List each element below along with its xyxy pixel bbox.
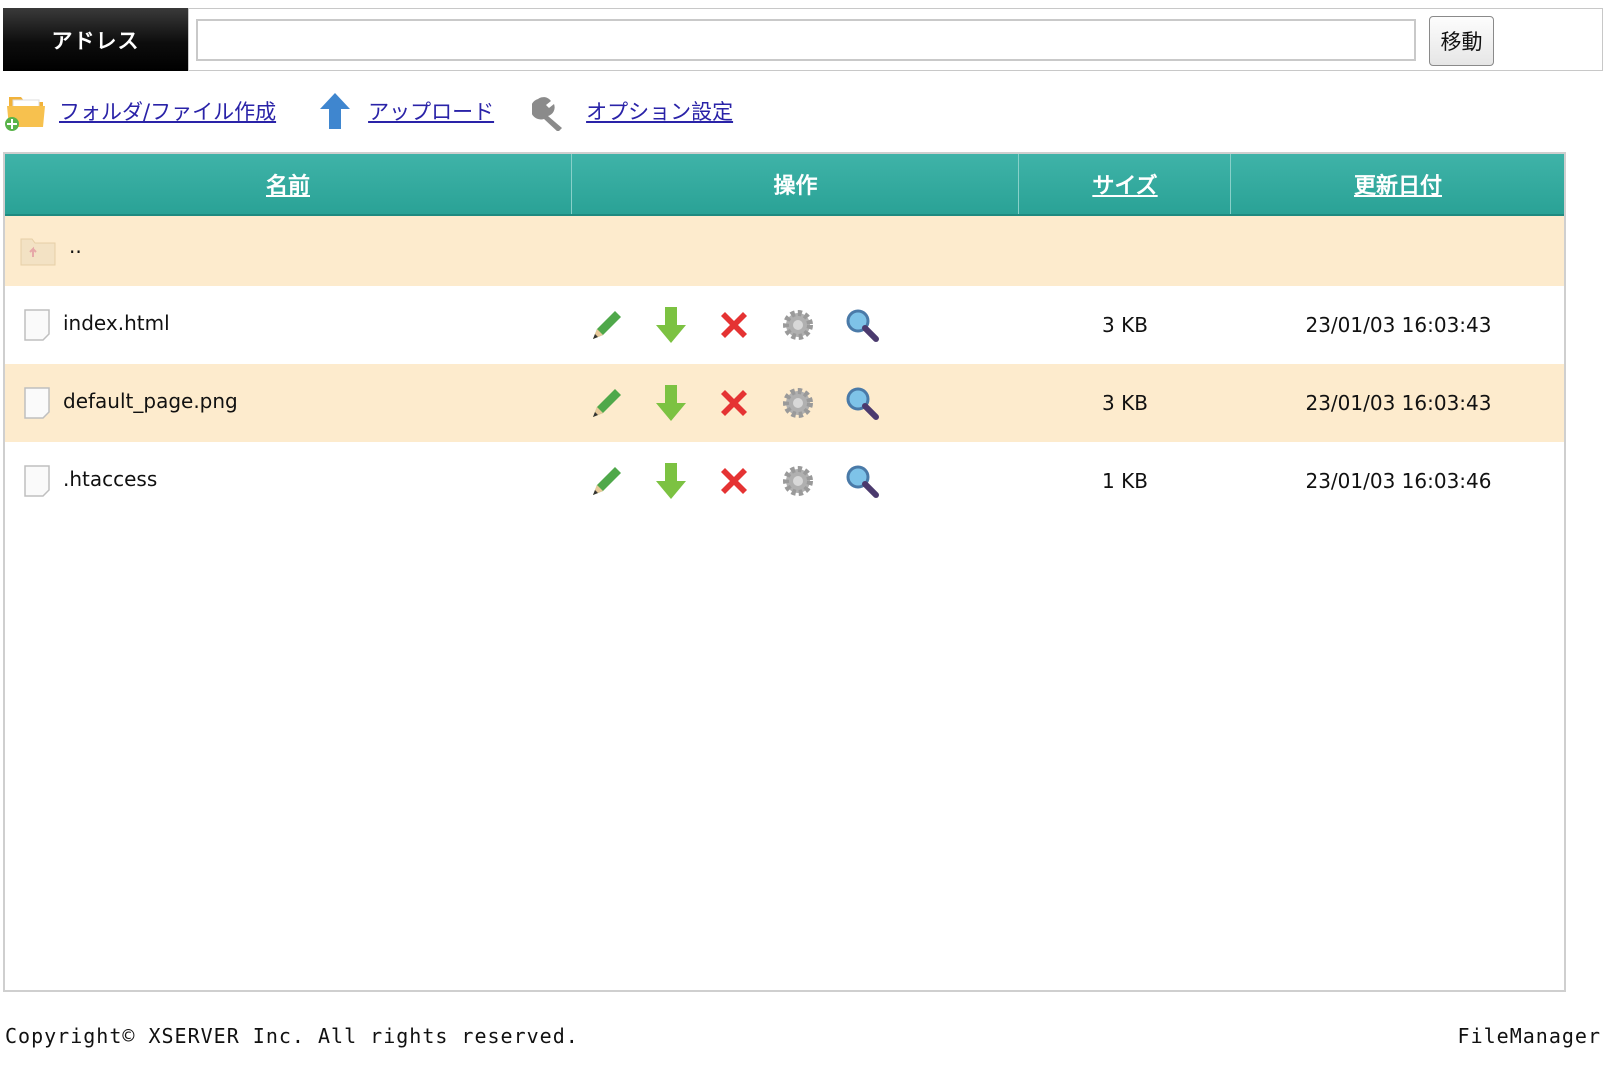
row-actions	[587, 364, 907, 442]
header-name[interactable]: 名前	[5, 154, 571, 214]
header-ops: 操作	[571, 154, 1019, 214]
table-row: .htaccess 1 KB 23/01/03 16:03:46	[5, 442, 1564, 520]
header-size[interactable]: サイズ	[1018, 154, 1231, 214]
row-actions	[587, 286, 907, 364]
gear-icon[interactable]	[779, 461, 817, 501]
edit-pencil-icon[interactable]	[587, 383, 627, 423]
file-name[interactable]: .htaccess	[63, 467, 157, 491]
options-link[interactable]: オプション設定	[586, 96, 733, 126]
copyright-text: Copyright© XSERVER Inc. All rights reser…	[5, 1024, 579, 1048]
row-actions	[587, 442, 907, 520]
file-table: 名前 操作 サイズ 更新日付 .. index.html 3 KB 23/01/…	[3, 152, 1566, 992]
wrench-icon	[530, 89, 576, 133]
magnifier-icon[interactable]	[843, 305, 881, 345]
upload-tool[interactable]: アップロード	[312, 89, 494, 133]
delete-x-icon[interactable]	[715, 461, 753, 501]
delete-x-icon[interactable]	[715, 305, 753, 345]
table-header: 名前 操作 サイズ 更新日付	[5, 154, 1564, 216]
go-button[interactable]: 移動	[1429, 16, 1494, 66]
file-size: 3 KB	[1102, 391, 1148, 415]
file-name[interactable]: index.html	[63, 311, 170, 335]
upload-link[interactable]: アップロード	[368, 96, 494, 126]
header-date[interactable]: 更新日付	[1230, 154, 1565, 214]
table-row: default_page.png 3 KB 23/01/03 16:03:43	[5, 364, 1564, 442]
file-date: 23/01/03 16:03:43	[1305, 391, 1492, 415]
address-input[interactable]	[196, 19, 1416, 61]
edit-pencil-icon[interactable]	[587, 305, 627, 345]
table-row: index.html 3 KB 23/01/03 16:03:43	[5, 286, 1564, 364]
parent-dir-row[interactable]: ..	[5, 216, 1564, 286]
parent-folder-icon	[19, 235, 57, 267]
edit-pencil-icon[interactable]	[587, 461, 627, 501]
file-name[interactable]: default_page.png	[63, 389, 238, 413]
address-box: 移動	[188, 8, 1603, 71]
download-arrow-icon[interactable]	[653, 461, 689, 501]
gear-icon[interactable]	[779, 383, 817, 423]
options-tool[interactable]: オプション設定	[530, 89, 733, 133]
file-date: 23/01/03 16:03:43	[1305, 313, 1492, 337]
file-icon	[23, 464, 51, 498]
file-icon	[23, 386, 51, 420]
parent-dir-label[interactable]: ..	[69, 234, 82, 258]
brand-text: FileManager	[1457, 1024, 1601, 1048]
download-arrow-icon[interactable]	[653, 383, 689, 423]
file-size: 1 KB	[1102, 469, 1148, 493]
magnifier-icon[interactable]	[843, 461, 881, 501]
file-date: 23/01/03 16:03:46	[1305, 469, 1492, 493]
magnifier-icon[interactable]	[843, 383, 881, 423]
address-label: アドレス	[3, 8, 188, 71]
delete-x-icon[interactable]	[715, 383, 753, 423]
address-bar: アドレス 移動	[3, 8, 1604, 71]
gear-icon[interactable]	[779, 305, 817, 345]
file-icon	[23, 308, 51, 342]
new-folder-icon	[3, 89, 49, 133]
upload-arrow-icon	[312, 89, 358, 133]
create-tool[interactable]: フォルダ/ファイル作成	[3, 89, 276, 133]
file-size: 3 KB	[1102, 313, 1148, 337]
download-arrow-icon[interactable]	[653, 305, 689, 345]
toolbar: フォルダ/ファイル作成 アップロード オプション設定	[3, 88, 769, 134]
create-link[interactable]: フォルダ/ファイル作成	[59, 96, 276, 126]
